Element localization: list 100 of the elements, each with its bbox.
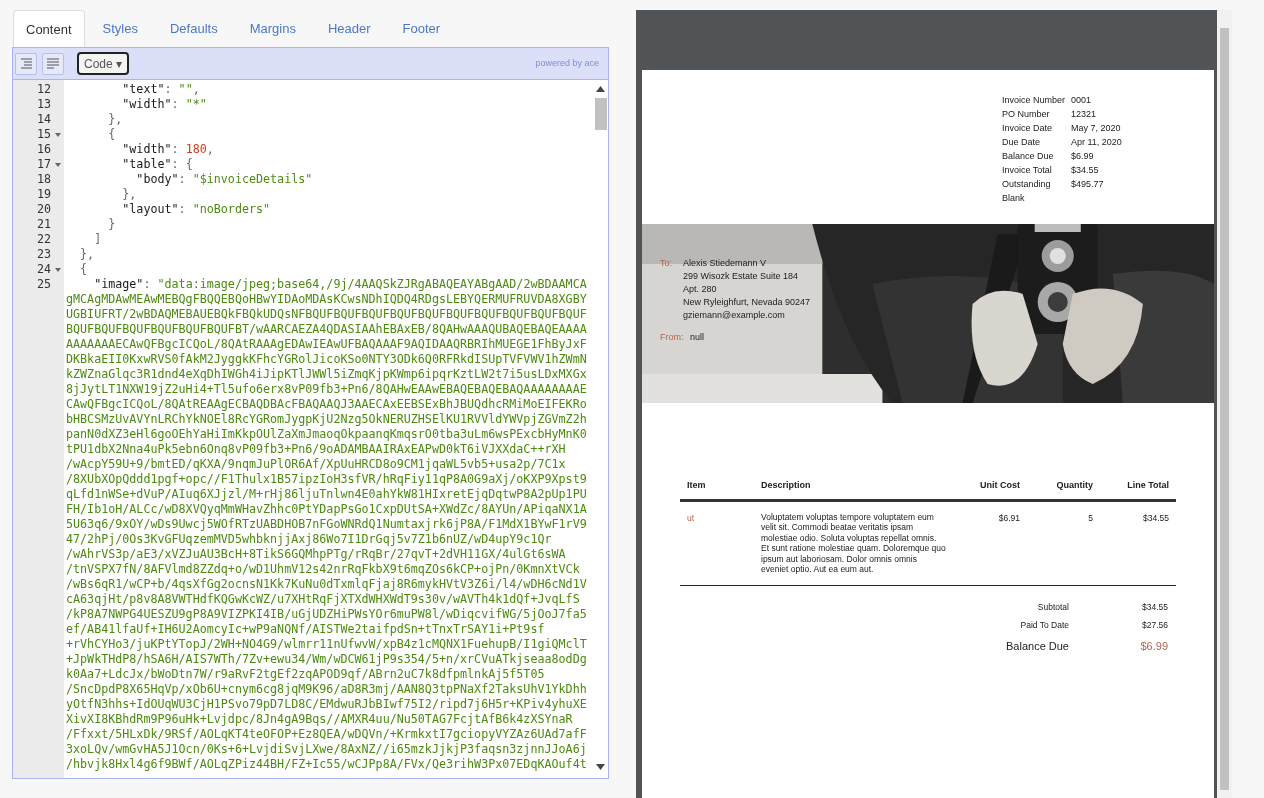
code-line: "table": { <box>121 157 193 172</box>
total-value: $27.56 <box>1141 619 1169 632</box>
detail-value: $495.77 <box>1071 178 1104 192</box>
mode-dropdown[interactable]: Code ▾ <box>77 52 130 75</box>
to-label: To: <box>660 257 673 270</box>
code-line: gMCAgMDAwMEAwMEBQgFBQQEBQoHBwYIDAoMDAsKCwsNDhIQDQ4RDgsLEBYQERMUFRUVDA8XGBY <box>66 292 587 307</box>
column-header: Description <box>760 479 812 492</box>
line-number: 23 <box>36 247 51 262</box>
line-number: 19 <box>36 187 51 202</box>
column-header: Item <box>686 479 707 492</box>
tab[interactable]: Styles <box>88 10 152 47</box>
line-number: 18 <box>36 172 51 187</box>
code-line: +JpWkTHdP8/hSA6H/AIS7WTh/7Zv+ewu34/Wm/wDCW61jP9s354/5+n/xrCVuATkjseaa8odDg <box>66 652 587 667</box>
scroll-down-icon[interactable] <box>596 764 605 770</box>
tab[interactable]: Content <box>13 10 85 48</box>
line-number: 17 <box>36 157 51 172</box>
tab[interactable]: Footer <box>388 10 455 47</box>
code-line: /8XUbXOpQddd1pgf+opc//F1Thulx1B57ipzIoH3sfVR/hRqFiy11qP8A0G9aXj/oKXP9Xpst9 <box>66 472 587 487</box>
column-header: Line Total <box>1126 479 1170 492</box>
detail-value: Apr 11, 2020 <box>1071 136 1122 150</box>
line-number: 25 <box>36 277 51 292</box>
code-line: +rVhCYHo3/juKPtYTopJ/2WH+NO4G9/wlmrr11nUfwvW/xpB4z1cMQNX1FuehupB/I1giQMclT <box>66 637 587 652</box>
align-left-icon <box>46 57 60 70</box>
line-number: 15 <box>36 127 51 142</box>
code-line: bHBCSMzUvAVYnLRChYkNOEl8RcYGRomJygpKjU2Nzg5OkNERUZHSElKU1RVVldYWVpjZGVmZ2h <box>66 412 587 427</box>
code-line: "text": "", <box>121 82 200 97</box>
code-line: yOtfN3hhs+IdOUqWU3CjH1PSvo79pD7LD8C/EMdwuRJbBIwf75I2/ripd7j6H5r+KPiv4yhuXE <box>66 697 587 712</box>
quantity-cell-text: 5 <box>1087 511 1094 525</box>
code-line: }, <box>107 112 123 127</box>
description-cell-text: Voluptatem voluptas tempore voluptatem eum velit sit. Commodi beatae veritatis ipsam molestiae odio. Soluta voluptas repellat omnis. Et sunt ratione molestiae quam. Doloremque quo ipsum aut laboriosam. Dolor omnis omnis eveniet optio. Aut ea eum aut. <box>760 511 947 575</box>
code-line: 5U63q6/9xOY/wDs9Uwcj5WOfRTzUABDHOB7nFGoWNRdQ1Numtaxjrk6jP8A/F1MdX1BYwF1rV9 <box>66 517 587 532</box>
code-line: }, <box>121 187 137 202</box>
address-line: New Ryleighfurt, Nevada 90247 <box>683 296 811 309</box>
code-line: /wAhrVS3p/aE3/xVZJuAU3BcH+8TikS6GQMhpPTg/rRqBr/27qvT+2dVH11GX/4ulGt6sWA <box>66 547 566 562</box>
line-number: 24 <box>36 262 51 277</box>
detail-value: $6.99 <box>1071 150 1094 164</box>
code-line: UGBIUFRT/2wBDAQMEBAUEBQkFBQkUDQsNFBQUFBQUFBQUFBQUFBQUFBQUFBQUFBQUFBQUFBQUF <box>66 307 587 322</box>
code-line: "body": "$invoiceDetails" <box>135 172 313 187</box>
from-label: From: <box>660 331 685 344</box>
total-value: $34.55 <box>1141 600 1169 614</box>
detail-label: PO Number <box>1002 108 1051 122</box>
line-number: 22 <box>36 232 51 247</box>
code-line: /SncDpdP8X65HqVp/xOb6U+cnym6cg8jqM9K96/aD8R3mj/AAN8Q3tpPNaXf2TaksUhV1YkDhh <box>66 682 587 697</box>
detail-label: Blank <box>1002 192 1026 206</box>
powered-by-text: powered by ace <box>535 56 599 70</box>
line-number: 16 <box>36 142 51 157</box>
detail-label: Balance Due <box>1002 150 1055 164</box>
code-line: cA63qjHt/p8v8A8VWTHdfKQGwKcWZ/u7XHtRqFjXTXdWHXWdT9s30v/wAVTh4k1dQf+JvqLfS <box>66 592 580 607</box>
line-number: 12 <box>36 82 51 97</box>
code-line: AAAAAAAECAwQFBgcICQoL/8QAtRAAAgEDAwIEAwUFBAQAAAF9AQIDAAQRBRIhMUEGE1FhByJxF <box>66 337 587 352</box>
code-line: ef/AB41lfaUf+IH6U2AomcyIc+wP9aNQNf/AISTWe2taifpdSn+tTnxTrSAY1i+Pt9sf <box>66 622 545 637</box>
code-line: { <box>107 127 116 142</box>
code-line: { <box>79 262 88 277</box>
scroll-up-icon[interactable] <box>596 86 605 92</box>
line-number: 21 <box>36 217 51 232</box>
detail-label: Invoice Number <box>1002 94 1067 108</box>
code-line: 8jJytLT1NXW19jZ2uHi4+Tl5ufo6erx8vP09fb3+Pn6/8QAHwEAAwEBAQEBAQEBAQAAAAAAAAE <box>66 382 587 397</box>
item-cell-text: ut <box>686 511 696 525</box>
tab[interactable]: Margins <box>235 10 310 47</box>
code-line: }, <box>79 247 95 262</box>
detail-label: Invoice Total <box>1002 164 1053 178</box>
total-label: Balance Due <box>1006 639 1069 654</box>
total-value: $6.99 <box>1139 639 1169 654</box>
code-line: FH/Ib1oH/ALCc/wD8XVQyqMmWHavZhhc0PtYDapPsGo1CxpDUtSA+XWdZc/8AYUn/APiqaNX1A <box>66 502 587 517</box>
detail-label: Due Date <box>1002 136 1042 150</box>
detail-value: 12321 <box>1071 108 1097 122</box>
code-line: 47/2hPj/0Os3KvGFUqzemMVD5whbknjjAxj86Wo7I1DrGqj5v7Z1b6nUZ/wD4upY9c1Qr <box>66 532 552 547</box>
address-line: Alexis Stiedemann V <box>683 257 768 270</box>
unit-cost-cell-text: $6.91 <box>997 511 1021 525</box>
line-number: 14 <box>36 112 51 127</box>
code-line: "width": 180, <box>121 142 214 157</box>
code-line: DKBkaEII0KxwRVS0fAkM2JyggkKFhcYGRolJicoKSo0NTY3ODk6Q0RFRkdISUpTVFVWV1hZWmN <box>66 352 587 367</box>
line-number: 13 <box>36 97 51 112</box>
line-total-cell-text: $34.55 <box>1142 511 1170 525</box>
detail-label: Invoice Date <box>1002 122 1054 136</box>
fold-caret-icon[interactable] <box>54 162 61 167</box>
code-line: "layout": "noBorders" <box>121 202 271 217</box>
code-line: /wAcpY59U+9/bmtED/qKXA/9nqmJuPlOR6Af/XpUuHRCD8o9CM1jqaWL5vb5+usa2p/7C1x <box>66 457 566 472</box>
column-header: Quantity <box>1055 479 1094 492</box>
address-line: Apt. 280 <box>683 283 718 296</box>
tab[interactable]: Defaults <box>155 10 232 47</box>
address-line: 299 Wisozk Estate Suite 184 <box>683 270 800 283</box>
tab[interactable]: Header <box>313 10 385 47</box>
code-line: kZWZnaGlqc3R1dnd4eXqDhIWGh4iJipKTlJWWl5iZmqKjpKWmp6ipqrKztLW2t7i5usLDxMXGx <box>66 367 587 382</box>
from-value: null <box>690 331 704 344</box>
code-line: BQUFBQUFBQUFBQUFBQUFBQUFBT/wAARCAEZA4QDASIAAhEBAxEB/8QAHwAAAQUBAQEBAQEAAAA <box>66 322 587 337</box>
code-line: /kP8A7NWPG4UESZU9gP8A9VIZPKI4IB/uGjUDZHiPWsYOr6muPW8l/wDiqcvifWG/5jOoJ7fa5 <box>66 607 587 622</box>
line-number: 20 <box>36 202 51 217</box>
code-line: /hbvjk8Hxl4g6f9BWf/AOLqZPiz44BH/FZ+Ic55/wCJPp8A/FVx/Qe3rihW3Px07EDqKAOuf4t <box>66 757 587 772</box>
code-line: /Ffxxt/5HLxDk/9RSf/AOLqKT4teOFOP+Ez8QEA/wDQVn/+KrmkxtI7gciopyVYZAz6UAd7afF <box>66 727 587 742</box>
code-line: XivXI8KBhdRm9P96uHk+Lvjdpc/8Jn4gA9Bqs//AMXR4uu/Nu50TAG7FcjtAfB6k4zXSYnaR <box>66 712 573 727</box>
column-header: Unit Cost <box>979 479 1021 492</box>
code-line: 3xoLQv/wmGvHA5J1Ocn/0Ks+6+LvjdiSvjLXwe/8AxNZ//i65mzkJjkjP3faqsn3zjnnJJoA6j <box>66 742 587 757</box>
code-line: k0Aa7+LdcJx/bWoDtn7W/r9aRvF2tgEf2zqAPOD9qf/ABrn2uC7k8dfpmlnkAj5f5T05 <box>66 667 545 682</box>
code-line: "image": "data:image/jpeg;base64,/9j/4AAQSkZJRgABAQEAYABgAAD/2wBDAAMCA <box>93 277 587 292</box>
code-line: CAwQFBgcICQoL/8QAtREAAgECBAQDBAcFBAQAAQJ3AAECAxEEBSExBhJBUQdhcRMiMoEIFEKRo <box>66 397 587 412</box>
fold-caret-icon[interactable] <box>54 132 61 137</box>
fold-caret-icon[interactable] <box>54 267 61 272</box>
code-line: /wBs6qR1/wCP+b/4qsXfGg2ocnsN1Kk7KuNu0dTxmlqFjaj8R6mykHVtV3Z6i/l4/wDH6cNd1V <box>66 577 587 592</box>
code-line: /tnVSPX7fN/8AFVlmd8ZZdq+o/wD1UhmV12s42nrRqFkbX9t6mqZOs6kCP+ojPn/0KmnXtVCk <box>66 562 580 577</box>
